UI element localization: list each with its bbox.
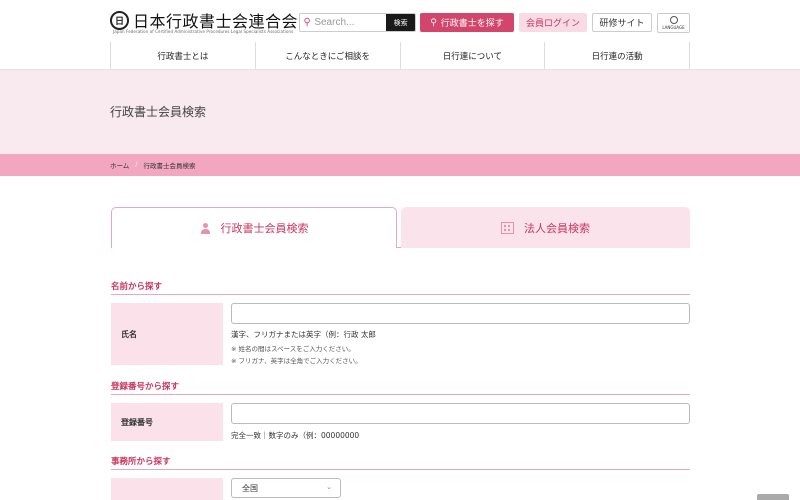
nav-item-about[interactable]: 行政書士とは <box>111 42 256 69</box>
search-icon: ⚲ <box>430 17 437 28</box>
name-note-1: ※ 姓名の間はスペースをご入力ください。 <box>231 345 355 353</box>
section-rule <box>111 294 690 295</box>
member-login-button[interactable]: 会員ログイン <box>519 13 587 32</box>
name-input[interactable] <box>231 303 690 324</box>
site-header: 日 日本行政書士会連合会 Japan Federation of Certifi… <box>0 0 800 42</box>
name-note-2: ※ フリガナ、英字は全角でご入力ください。 <box>231 357 362 365</box>
name-help: 漢字、フリガナまたは英字（例：行政 太郎 <box>231 330 376 339</box>
chevron-down-icon: ⌄ <box>326 483 332 491</box>
tab-corporate-label: 法人会員検索 <box>524 221 590 235</box>
section-title-name: 名前から探す <box>111 282 163 292</box>
field-label-registration: 登録番号 <box>111 403 223 441</box>
search-icon: ⚲ <box>303 17 311 28</box>
region-select[interactable]: 全国 ⌄ <box>231 478 341 498</box>
search-box: ⚲ 検索 <box>299 13 416 32</box>
building-icon <box>501 221 514 234</box>
section-rule <box>111 394 690 395</box>
section-rule <box>111 469 690 470</box>
registration-help: 完全一致｜数字のみ（例：00000000 <box>231 431 360 440</box>
tab-individual-label: 行政書士会員検索 <box>220 222 309 235</box>
page-hero: 行政書士会員検索 <box>0 69 800 154</box>
logo-subtitle: Japan Federation of Certified Administra… <box>113 29 294 34</box>
logo-seal-icon: 日 <box>110 10 129 30</box>
nav-item-federation[interactable]: 日行連について <box>401 42 546 69</box>
page-title: 行政書士会員検索 <box>110 105 207 119</box>
find-specialist-label: 行政書士を探す <box>440 19 504 29</box>
globe-icon <box>669 16 678 24</box>
tab-individual-search[interactable]: 行政書士会員検索 <box>111 207 397 248</box>
tab-corporate-search[interactable]: 法人会員検索 <box>401 207 690 248</box>
search-input[interactable] <box>314 14 387 31</box>
language-button[interactable]: LANGUAGE <box>657 13 690 33</box>
breadcrumb-separator: / <box>135 160 138 168</box>
field-label-name: 氏名 <box>111 303 223 365</box>
person-icon <box>200 222 211 234</box>
nav-item-activities[interactable]: 日行連の活動 <box>545 42 690 69</box>
breadcrumb-current: 行政書士会員検索 <box>143 162 196 170</box>
breadcrumb: ホーム / 行政書士会員検索 <box>110 160 196 170</box>
section-title-office: 事務所から探す <box>111 457 171 467</box>
training-site-button[interactable]: 研修サイト <box>592 13 652 32</box>
section-title-registration: 登録番号から探す <box>111 382 180 392</box>
breadcrumb-bar: ホーム / 行政書士会員検索 <box>0 154 800 176</box>
language-label: LANGUAGE <box>662 25 685 30</box>
region-select-value: 全国 <box>242 483 258 493</box>
registration-input[interactable] <box>231 403 690 424</box>
find-specialist-button[interactable]: ⚲ 行政書士を探す <box>420 13 514 32</box>
tab-active-cover <box>112 247 396 248</box>
search-button[interactable]: 検索 <box>386 14 415 31</box>
nav-item-consult[interactable]: こんなときにご相談を <box>256 42 401 69</box>
main-nav: 行政書士とは こんなときにご相談を 日行連について 日行連の活動 <box>110 42 690 69</box>
field-label-office <box>111 478 223 500</box>
breadcrumb-home[interactable]: ホーム <box>110 160 129 170</box>
scroll-to-top-button[interactable] <box>757 494 789 500</box>
